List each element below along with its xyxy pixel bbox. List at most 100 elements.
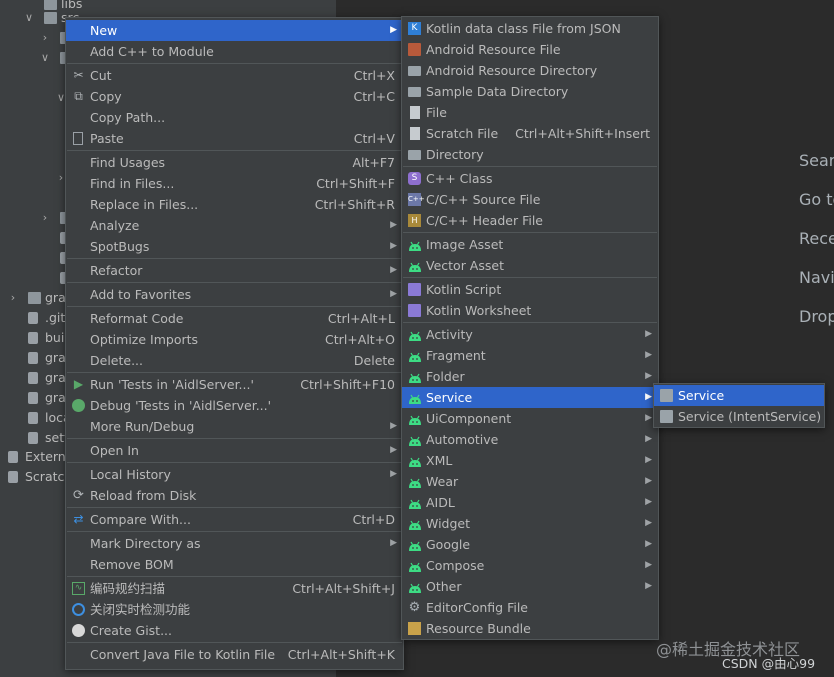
menu-item-label: Add C++ to Module <box>90 44 214 59</box>
menu-item-c-class[interactable]: S C++ Class <box>402 168 658 189</box>
file-icon <box>28 412 38 424</box>
menu-item-editorconfig-file[interactable]: ⚙ EditorConfig File <box>402 597 658 618</box>
menu-item-open-in[interactable]: Open In ▶ <box>66 440 403 461</box>
resource-file-icon <box>408 43 421 56</box>
menu-item-reformat-code[interactable]: Reformat Code Ctrl+Alt+L <box>66 308 403 329</box>
menu-item-copy-path[interactable]: Copy Path... <box>66 107 403 128</box>
menu-item-convert-java-file-to-kotlin-file[interactable]: Convert Java File to Kotlin File Ctrl+Alt… <box>66 644 403 665</box>
menu-item-cut[interactable]: ✂ Cut Ctrl+X <box>66 65 403 86</box>
menu-item-label: Convert Java File to Kotlin File <box>90 647 276 662</box>
menu-item-label: Debug 'Tests in 'AidlServer...' <box>90 398 272 413</box>
menu-item-label: Analyze <box>90 218 140 233</box>
menu-item-mark-directory-as[interactable]: Mark Directory as ▶ <box>66 533 403 554</box>
menu-item-automotive[interactable]: Automotive ▶ <box>402 429 658 450</box>
submenu-arrow-icon: ▶ <box>390 469 397 479</box>
menu-item-service-intentservice[interactable]: Service (IntentService) <box>654 406 824 427</box>
file-icon <box>28 372 38 384</box>
android-icon <box>408 559 421 572</box>
menu-separator <box>67 150 402 151</box>
menu-item-folder[interactable]: Folder ▶ <box>402 366 658 387</box>
menu-item-fragment[interactable]: Fragment ▶ <box>402 345 658 366</box>
menu-item-label: Resource Bundle <box>426 621 531 636</box>
menu-item-copy[interactable]: ⧉ Copy Ctrl+C <box>66 86 403 107</box>
menu-item-widget[interactable]: Widget ▶ <box>402 513 658 534</box>
menu-item-find-in-files[interactable]: Find in Files... Ctrl+Shift+F <box>66 173 403 194</box>
file-icon <box>28 392 38 404</box>
menu-item-new[interactable]: New ▶ <box>66 20 403 41</box>
resource-bundle-icon <box>408 622 421 635</box>
chevron-right-icon[interactable]: › <box>40 208 50 228</box>
menu-item-optimize-imports[interactable]: Optimize Imports Ctrl+Alt+O <box>66 329 403 350</box>
menu-item-android-resource-file[interactable]: Android Resource File <box>402 39 658 60</box>
menu-item-activity[interactable]: Activity ▶ <box>402 324 658 345</box>
menu-item-label: Replace in Files... <box>90 197 199 212</box>
menu-item-more-run-debug[interactable]: More Run/Debug ▶ <box>66 416 403 437</box>
shortcut-label: Ctrl+V <box>353 131 395 146</box>
chevron-down-icon[interactable]: ∨ <box>40 48 50 68</box>
menu-item-label: Google <box>426 537 471 552</box>
menu-item-compose[interactable]: Compose ▶ <box>402 555 658 576</box>
menu-item-directory[interactable]: Directory <box>402 144 658 165</box>
menu-item-service[interactable]: Service ▶ <box>402 387 658 408</box>
submenu-arrow-icon: ▶ <box>645 350 652 360</box>
menu-item-aidl[interactable]: AIDL ▶ <box>402 492 658 513</box>
editor-hint: Go to <box>799 190 834 209</box>
chevron-down-icon[interactable]: ∨ <box>24 8 34 28</box>
menu-item-scratch-file[interactable]: Scratch File Ctrl+Alt+Shift+Insert <box>402 123 658 144</box>
menu-item-analyze[interactable]: Analyze ▶ <box>66 215 403 236</box>
menu-item-label: Compare With... <box>90 512 191 527</box>
menu-item-kotlin-script[interactable]: Kotlin Script <box>402 279 658 300</box>
menu-item-wear[interactable]: Wear ▶ <box>402 471 658 492</box>
menu-item-spotbugs[interactable]: SpotBugs ▶ <box>66 236 403 257</box>
submenu-arrow-icon: ▶ <box>645 518 652 528</box>
menu-item-label: Find in Files... <box>90 176 175 191</box>
menu-item-c-c-source-file[interactable]: C++ C/C++ Source File <box>402 189 658 210</box>
menu-item-item[interactable]: ∿ 编码规约扫描 Ctrl+Alt+Shift+J <box>66 578 403 599</box>
menu-item-add-c-to-module[interactable]: Add C++ to Module <box>66 41 403 62</box>
menu-item-remove-bom[interactable]: Remove BOM <box>66 554 403 575</box>
android-icon <box>408 238 421 251</box>
menu-item-c-c-header-file[interactable]: H C/C++ Header File <box>402 210 658 231</box>
cpp-source-icon: C++ <box>408 193 425 206</box>
chevron-right-icon[interactable]: › <box>40 28 50 48</box>
shortcut-label: Ctrl+Alt+L <box>327 311 395 326</box>
menu-item-uicomponent[interactable]: UiComponent ▶ <box>402 408 658 429</box>
menu-item-reload-from-disk[interactable]: ⟳ Reload from Disk <box>66 485 403 506</box>
menu-item-run-tests-in-aidlserver[interactable]: ▶ Run 'Tests in 'AidlServer...' Ctrl+Shift… <box>66 374 403 395</box>
menu-item-item[interactable]: 关闭实时检测功能 <box>66 599 403 620</box>
menu-item-file[interactable]: File <box>402 102 658 123</box>
menu-item-xml[interactable]: XML ▶ <box>402 450 658 471</box>
menu-item-add-to-favorites[interactable]: Add to Favorites ▶ <box>66 284 403 305</box>
shortcut-label: Ctrl+X <box>353 68 395 83</box>
menu-item-replace-in-files[interactable]: Replace in Files... Ctrl+Shift+R <box>66 194 403 215</box>
menu-item-find-usages[interactable]: Find Usages Alt+F7 <box>66 152 403 173</box>
android-icon <box>408 496 421 509</box>
shortcut-label: Ctrl+C <box>353 89 395 104</box>
android-icon <box>408 538 421 551</box>
menu-item-refactor[interactable]: Refactor ▶ <box>66 260 403 281</box>
menu-item-other[interactable]: Other ▶ <box>402 576 658 597</box>
menu-item-label: Optimize Imports <box>90 332 199 347</box>
menu-item-delete[interactable]: Delete... Delete <box>66 350 403 371</box>
menu-item-vector-asset[interactable]: Vector Asset <box>402 255 658 276</box>
menu-item-paste[interactable]: Paste Ctrl+V <box>66 128 403 149</box>
chevron-right-icon[interactable]: › <box>8 288 18 308</box>
menu-item-google[interactable]: Google ▶ <box>402 534 658 555</box>
menu-item-debug-tests-in-aidlserver[interactable]: Debug 'Tests in 'AidlServer...' <box>66 395 403 416</box>
menu-item-sample-data-directory[interactable]: Sample Data Directory <box>402 81 658 102</box>
menu-item-label: Copy <box>90 89 122 104</box>
menu-item-label: Service <box>678 388 725 403</box>
menu-item-create-gist[interactable]: Create Gist... <box>66 620 403 641</box>
menu-item-kotlin-worksheet[interactable]: Kotlin Worksheet <box>402 300 658 321</box>
menu-item-local-history[interactable]: Local History ▶ <box>66 464 403 485</box>
menu-item-image-asset[interactable]: Image Asset <box>402 234 658 255</box>
menu-item-resource-bundle[interactable]: Resource Bundle <box>402 618 658 639</box>
menu-item-service[interactable]: Service <box>654 385 824 406</box>
menu-item-android-resource-directory[interactable]: Android Resource Directory <box>402 60 658 81</box>
menu-item-label: Android Resource Directory <box>426 63 598 78</box>
file-icon <box>28 432 38 444</box>
menu-item-label: Image Asset <box>426 237 504 252</box>
menu-item-compare-with[interactable]: ⇄ Compare With... Ctrl+D <box>66 509 403 530</box>
menu-separator <box>67 642 402 643</box>
menu-item-kotlin-data-class-file-from-json[interactable]: K Kotlin data class File from JSON <box>402 18 658 39</box>
